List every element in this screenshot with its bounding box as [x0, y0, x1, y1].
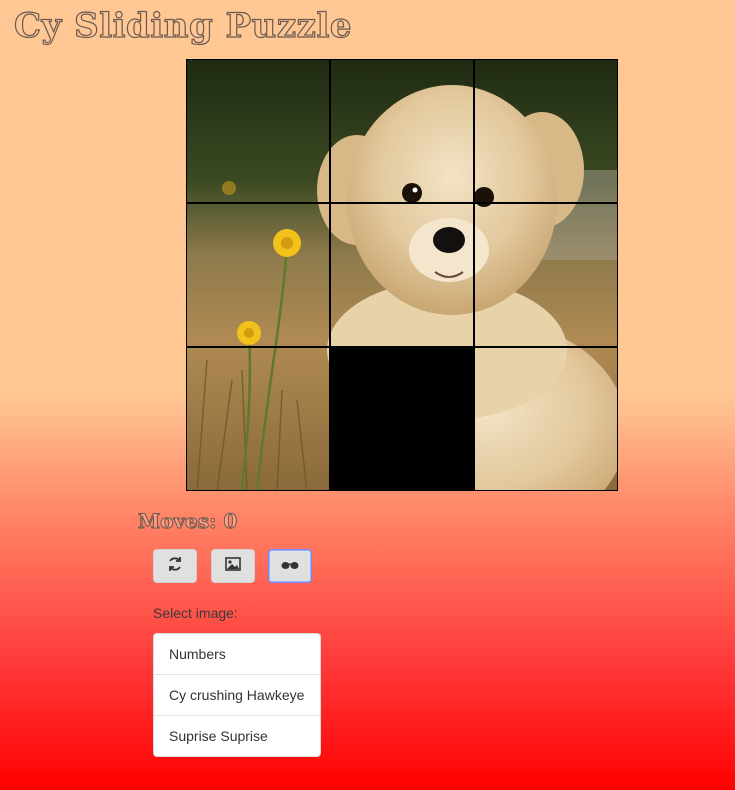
puzzle-tile-4[interactable]	[186, 203, 330, 347]
puzzle-tile-3[interactable]	[474, 59, 618, 203]
puzzle-board	[186, 59, 618, 491]
image-option-numbers[interactable]: Numbers	[154, 634, 320, 674]
sunglasses-icon	[281, 557, 299, 575]
select-image-label: Select image:	[153, 605, 238, 621]
puzzle-tile-2[interactable]	[330, 59, 474, 203]
image-icon	[225, 556, 241, 576]
shuffle-button[interactable]	[153, 549, 197, 583]
puzzle-empty-tile	[330, 347, 474, 491]
puzzle-tile-5[interactable]	[330, 203, 474, 347]
refresh-icon	[167, 556, 183, 577]
puzzle-tile-6[interactable]	[474, 203, 618, 347]
image-option-suprise-suprise[interactable]: Suprise Suprise	[154, 715, 320, 756]
moves-counter: Moves: 0	[137, 509, 238, 534]
image-select-list: Numbers Cy crushing Hawkeye Suprise Supr…	[153, 633, 321, 757]
show-image-button[interactable]	[211, 549, 255, 583]
peek-button[interactable]	[268, 549, 312, 583]
puzzle-tile-7[interactable]	[186, 347, 330, 491]
image-option-cy-crushing-hawkeye[interactable]: Cy crushing Hawkeye	[154, 674, 320, 715]
page-title: Cy Sliding Puzzle	[13, 5, 353, 46]
puzzle-tile-1[interactable]	[186, 59, 330, 203]
puzzle-tile-8[interactable]	[474, 347, 618, 491]
